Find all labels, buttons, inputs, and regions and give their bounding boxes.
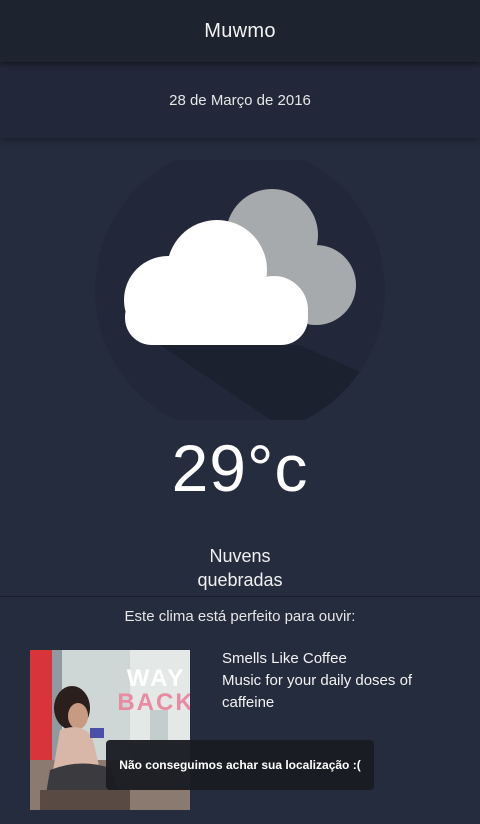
divider [0, 596, 480, 597]
playlist-title: Smells Like Coffee [222, 650, 347, 667]
date-label: 28 de Março de 2016 [169, 91, 311, 109]
broken-clouds-icon [90, 145, 390, 435]
condition-line-1: Nuvens [209, 546, 271, 566]
music-prompt: Este clima está perfeito para ouvir: [124, 608, 356, 625]
condition-line-2: quebradas [197, 570, 283, 590]
playlist-info[interactable]: Smells Like Coffee Music for your daily … [222, 648, 462, 714]
album-art-text-1: WAY [127, 665, 185, 692]
app-title: Muwmo [204, 19, 276, 42]
date-bar: 28 de Março de 2016 [0, 62, 480, 138]
temperature-label: 29°c [171, 431, 309, 505]
playlist-description: Music for your daily doses of caffeine [222, 672, 413, 711]
app-bar: Muwmo [0, 0, 480, 62]
weather-condition: Nuvens quebradas [140, 544, 340, 592]
toast-message: Não conseguimos achar sua localização :( [119, 758, 361, 772]
album-art-text-2: BACK [117, 689, 190, 716]
location-error-toast: Não conseguimos achar sua localização :( [106, 740, 374, 790]
